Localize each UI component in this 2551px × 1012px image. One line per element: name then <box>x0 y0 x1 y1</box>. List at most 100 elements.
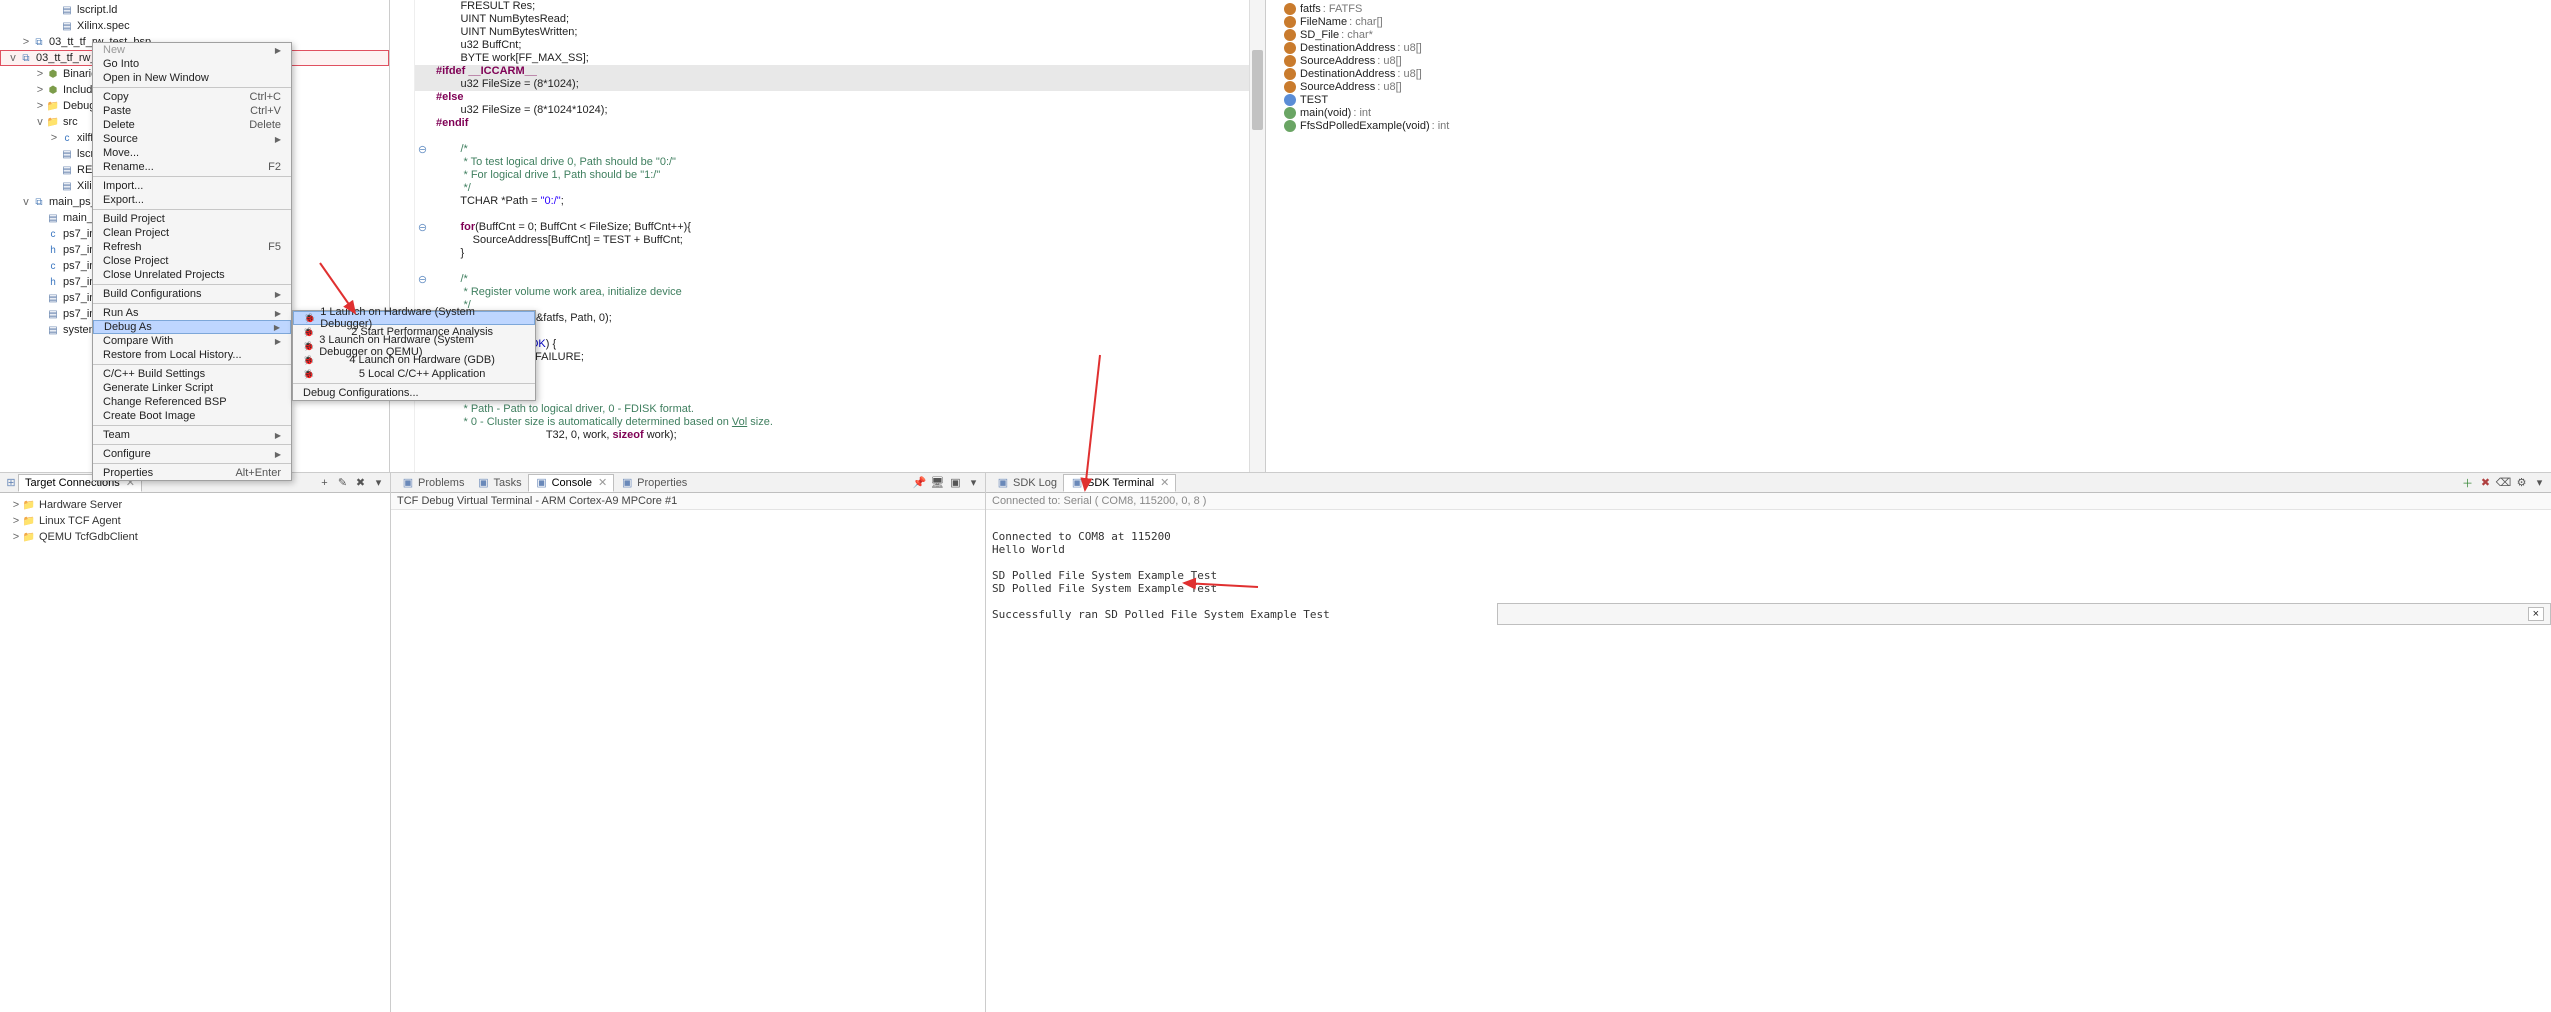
code-line[interactable]: #endif <box>390 117 1249 130</box>
tree-item[interactable]: ▤lscript.ld <box>0 2 389 18</box>
add-icon[interactable]: + <box>317 475 332 490</box>
twisty-icon[interactable]: v <box>34 116 46 128</box>
twisty-icon[interactable]: > <box>48 132 60 144</box>
menu-item[interactable]: CopyCtrl+C <box>93 90 291 104</box>
tree-item[interactable]: ▤Xilinx.spec <box>0 18 389 34</box>
fold-icon[interactable]: ⊖ <box>415 273 430 286</box>
code-line[interactable] <box>390 260 1249 273</box>
tab-properties[interactable]: ▣Properties <box>614 474 693 492</box>
menu-item[interactable]: Restore from Local History... <box>93 348 291 362</box>
menu-item[interactable]: Rename...F2 <box>93 160 291 174</box>
menu-item[interactable]: Import... <box>93 179 291 193</box>
twisty-icon[interactable]: > <box>34 84 46 96</box>
target-item[interactable]: >📁QEMU TcfGdbClient <box>6 529 384 545</box>
clear-icon[interactable]: ⌫ <box>2496 475 2511 490</box>
remove-terminal-icon[interactable]: ✖ <box>2478 475 2493 490</box>
delete-icon[interactable]: ✖ <box>353 475 368 490</box>
display-icon[interactable]: 🖥 <box>930 475 945 490</box>
menu-icon[interactable]: ▾ <box>371 475 386 490</box>
code-line[interactable]: * For logical drive 1, Path should be "1… <box>390 169 1249 182</box>
menu-item[interactable]: Run As▶ <box>93 306 291 320</box>
edit-icon[interactable]: ✎ <box>335 475 350 490</box>
code-line[interactable]: ⊖ for(BuffCnt = 0; BuffCnt < FileSize; B… <box>390 221 1249 234</box>
code-line[interactable]: SourceAddress[BuffCnt] = TEST + BuffCnt; <box>390 234 1249 247</box>
menu-item[interactable]: Create Boot Image <box>93 409 291 423</box>
menu-item[interactable]: PropertiesAlt+Enter <box>93 466 291 480</box>
status-close-icon[interactable]: × <box>2528 607 2544 621</box>
code-line[interactable]: #ifdef __ICCARM__ <box>390 65 1249 78</box>
minimize-icon[interactable]: ▾ <box>966 475 981 490</box>
code-line[interactable]: TCHAR *Path = "0:/"; <box>390 195 1249 208</box>
code-line[interactable]: */ <box>390 182 1249 195</box>
code-line[interactable]: FRESULT Res; <box>390 0 1249 13</box>
pin-icon[interactable]: 📌 <box>912 475 927 490</box>
menu-item[interactable]: C/C++ Build Settings <box>93 367 291 381</box>
twisty-icon[interactable]: > <box>34 100 46 112</box>
menu-item[interactable]: Build Project <box>93 212 291 226</box>
twisty-icon[interactable]: v <box>20 196 32 208</box>
menu-item[interactable]: Open in New Window <box>93 71 291 85</box>
menu-item[interactable]: 🐞1 Launch on Hardware (System Debugger) <box>293 311 535 325</box>
outline-item[interactable]: FfsSdPolledExample(void) : int <box>1266 119 2551 132</box>
menu-item[interactable]: Change Referenced BSP <box>93 395 291 409</box>
menu-item[interactable]: 🐞5 Local C/C++ Application <box>293 367 535 381</box>
code-line[interactable]: u32 BuffCnt; <box>390 39 1249 52</box>
tab-console[interactable]: ▣Console✕ <box>528 474 615 492</box>
menu-item[interactable]: Move... <box>93 146 291 160</box>
add-terminal-icon[interactable]: ＋ <box>2460 475 2475 490</box>
close-icon[interactable]: ✕ <box>1160 476 1169 489</box>
terminal-icon[interactable]: ▣ <box>948 475 963 490</box>
outline-item[interactable]: SourceAddress : u8[] <box>1266 80 2551 93</box>
menu-item[interactable]: Export... <box>93 193 291 207</box>
editor-scrollbar[interactable] <box>1249 0 1265 472</box>
minimize-icon[interactable]: ▾ <box>2532 475 2547 490</box>
menu-item[interactable]: Clean Project <box>93 226 291 240</box>
code-line[interactable]: T32, 0, work, sizeof work); <box>390 429 1249 442</box>
twisty-icon[interactable]: > <box>10 499 22 512</box>
code-line[interactable]: BYTE work[FF_MAX_SS]; <box>390 52 1249 65</box>
menu-item[interactable]: Generate Linker Script <box>93 381 291 395</box>
outline-item[interactable]: FileName : char[] <box>1266 15 2551 28</box>
code-line[interactable]: #else <box>390 91 1249 104</box>
tab-sdk-log[interactable]: ▣SDK Log <box>990 474 1063 492</box>
menu-item[interactable]: Build Configurations▶ <box>93 287 291 301</box>
code-line[interactable]: u32 FileSize = (8*1024); <box>390 78 1249 91</box>
code-line[interactable] <box>390 130 1249 143</box>
menu-item[interactable]: Compare With▶ <box>93 334 291 348</box>
code-line[interactable]: * To test logical drive 0, Path should b… <box>390 156 1249 169</box>
menu-item[interactable]: Debug Configurations... <box>293 386 535 400</box>
menu-item[interactable]: Go Into <box>93 57 291 71</box>
tab-problems[interactable]: ▣Problems <box>395 474 470 492</box>
menu-item[interactable]: Debug As▶ <box>93 320 291 334</box>
outline-item[interactable]: DestinationAddress : u8[] <box>1266 67 2551 80</box>
menu-item[interactable]: Source▶ <box>93 132 291 146</box>
code-line[interactable]: * Register volume work area, initialize … <box>390 286 1249 299</box>
target-item[interactable]: >📁Linux TCF Agent <box>6 513 384 529</box>
twisty-icon[interactable]: > <box>10 531 22 544</box>
code-line[interactable]: * 0 - Cluster size is automatically dete… <box>390 416 1249 429</box>
code-line[interactable]: ⊖ /* <box>390 143 1249 156</box>
code-line[interactable]: UINT NumBytesWritten; <box>390 26 1249 39</box>
menu-item[interactable]: Configure▶ <box>93 447 291 461</box>
twisty-icon[interactable]: > <box>20 36 32 48</box>
code-line[interactable]: ⊖ /* <box>390 273 1249 286</box>
twisty-icon[interactable]: > <box>10 515 22 528</box>
outline-item[interactable]: main(void) : int <box>1266 106 2551 119</box>
twisty-icon[interactable]: > <box>34 68 46 80</box>
menu-item[interactable]: RefreshF5 <box>93 240 291 254</box>
code-line[interactable]: u32 FileSize = (8*1024*1024); <box>390 104 1249 117</box>
menu-item[interactable]: Team▶ <box>93 428 291 442</box>
code-line[interactable] <box>390 455 1249 468</box>
menu-item[interactable]: DeleteDelete <box>93 118 291 132</box>
menu-item[interactable]: Close Project <box>93 254 291 268</box>
code-line[interactable]: * Path - Path to logical driver, 0 - FDI… <box>390 403 1249 416</box>
code-line[interactable]: } <box>390 247 1249 260</box>
outline-item[interactable]: SD_File : char* <box>1266 28 2551 41</box>
tab-sdk-terminal[interactable]: ▣SDK Terminal✕ <box>1063 474 1176 492</box>
menu-item[interactable]: PasteCtrl+V <box>93 104 291 118</box>
tab-tasks[interactable]: ▣Tasks <box>470 474 527 492</box>
code-line[interactable] <box>390 208 1249 221</box>
outline-item[interactable]: TEST <box>1266 93 2551 106</box>
menu-item[interactable]: Close Unrelated Projects <box>93 268 291 282</box>
outline-item[interactable]: SourceAddress : u8[] <box>1266 54 2551 67</box>
